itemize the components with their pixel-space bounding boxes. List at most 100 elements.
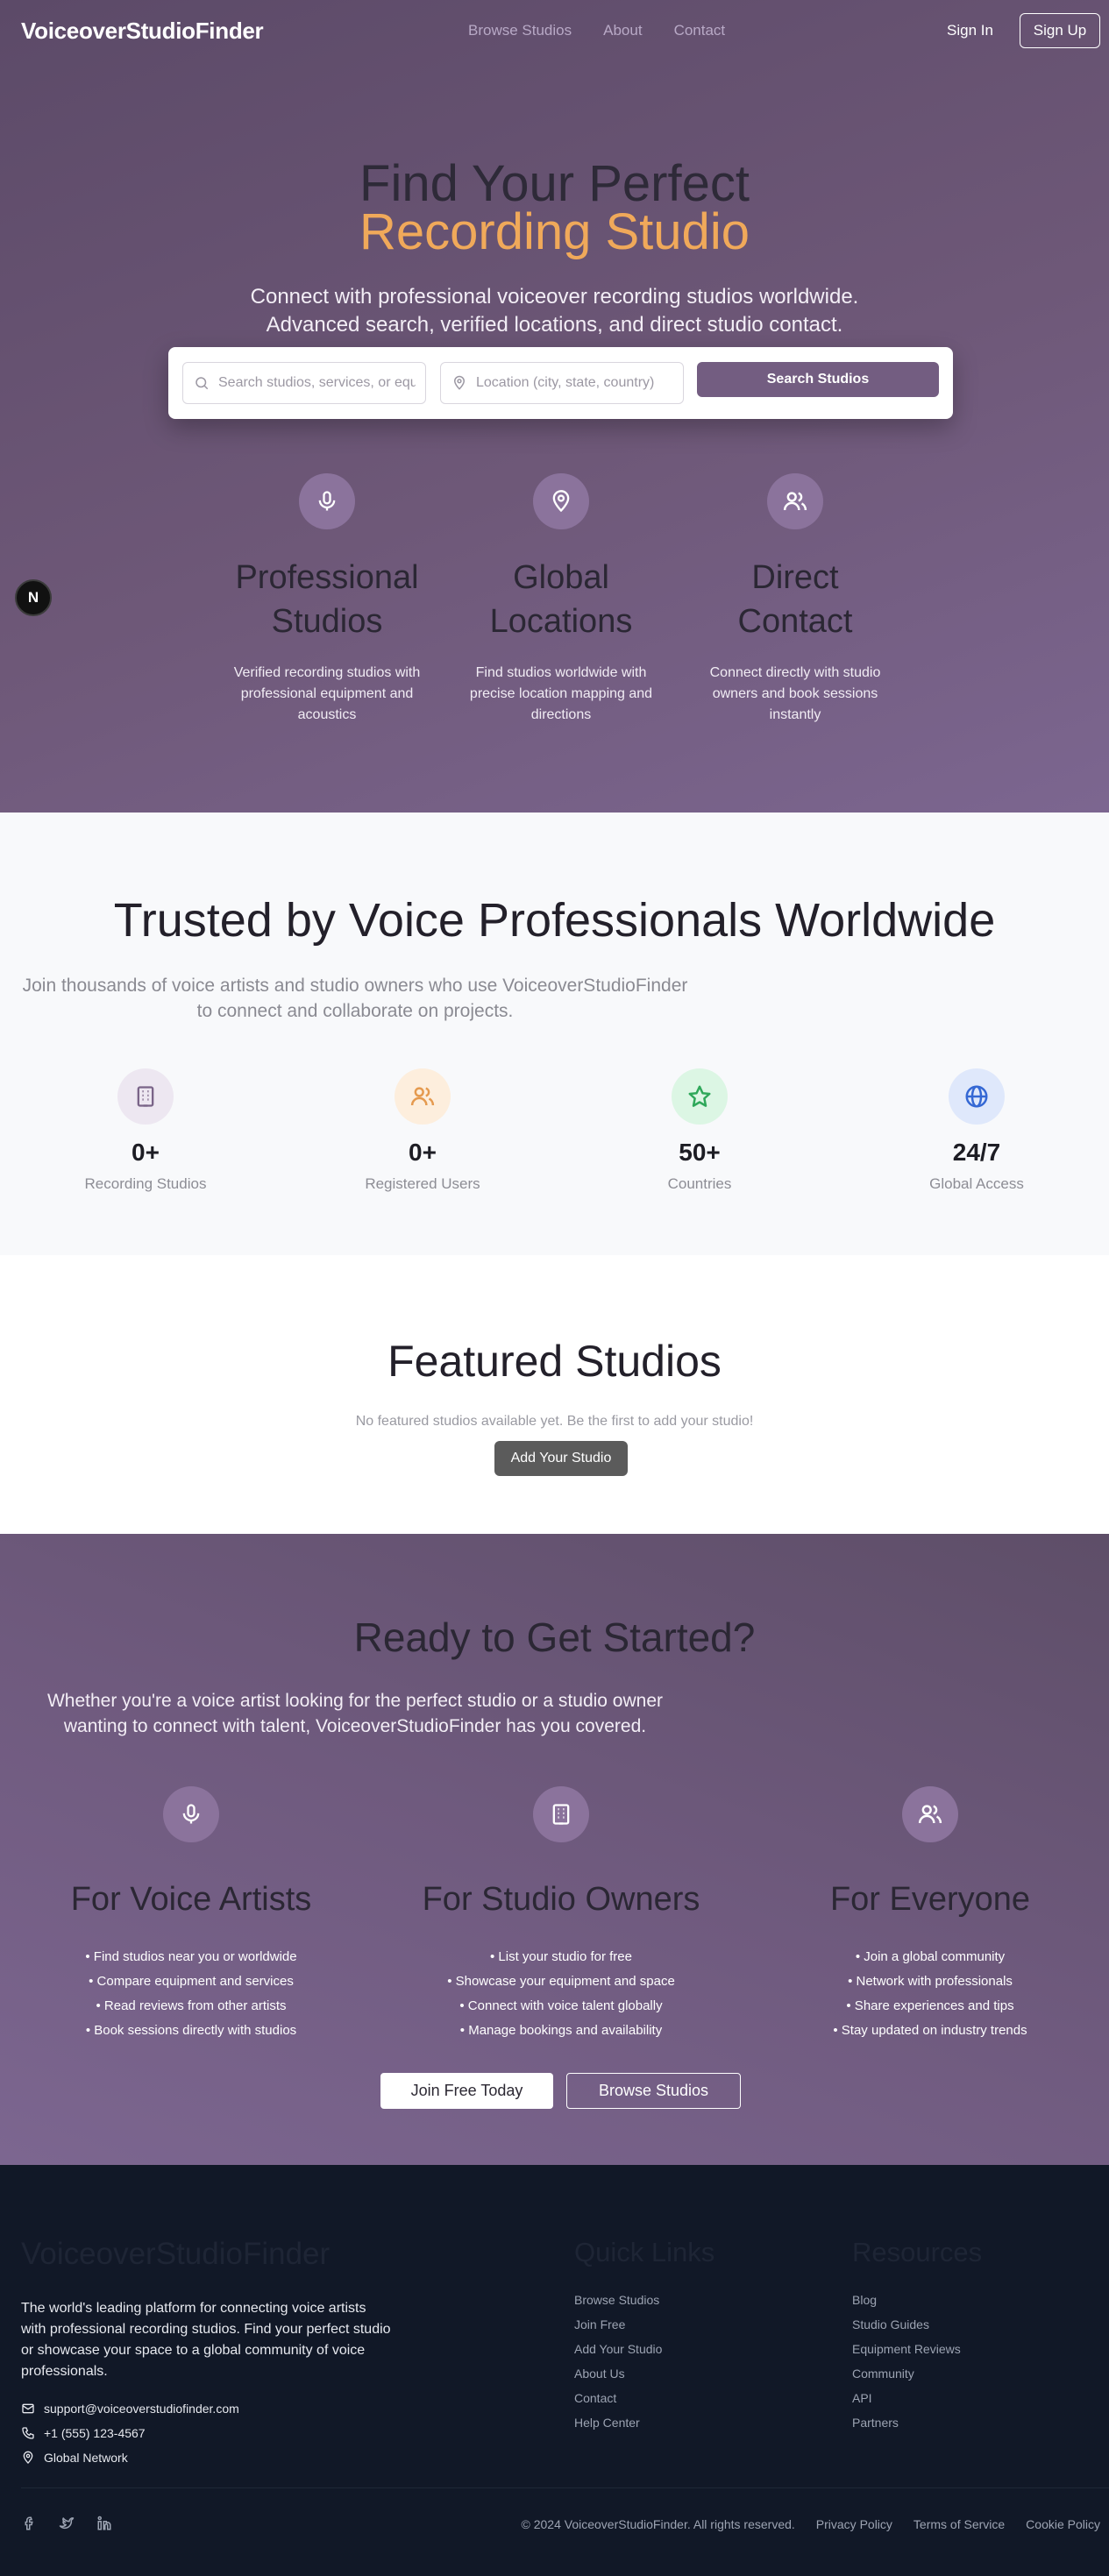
footer-social <box>21 2516 112 2531</box>
hero-title-line2: Recording Studio <box>359 203 750 260</box>
audience-list: • List your studio for free • Showcase y… <box>403 1945 719 2043</box>
list-item: • Share experiences and tips <box>846 1998 1014 2013</box>
cta-lead: Whether you're a voice artist looking fo… <box>46 1691 664 1736</box>
footer-link-terms-of-service[interactable]: Terms of Service <box>914 2517 1005 2531</box>
location-field <box>440 362 684 404</box>
audience-title: For Voice Artists <box>70 1881 312 1918</box>
phone-icon <box>22 2427 34 2439</box>
join-free-button[interactable]: Join Free Today <box>380 2073 553 2109</box>
facebook-icon[interactable] <box>21 2516 37 2531</box>
stat-countries: 50+ Countries <box>586 1068 814 1193</box>
footer-quick-links: Quick Links Browse Studios Join Free Add… <box>574 2237 714 2435</box>
list-item: • List your studio for free <box>490 1949 632 1964</box>
nav-link-contact[interactable]: Contact <box>674 22 726 39</box>
microphone-icon <box>318 491 336 511</box>
feature-description: Connect directly with studio owners and b… <box>709 665 881 722</box>
linkedin-icon[interactable] <box>96 2516 112 2531</box>
audience-voice-artists: For Voice Artists • Find studios near yo… <box>33 1786 349 2043</box>
mail-icon <box>22 2403 34 2414</box>
list-item: • Connect with voice talent globally <box>459 1998 663 2013</box>
stat-icon-circle <box>395 1068 451 1125</box>
hero-title-line1: Find Your Perfect <box>359 155 750 212</box>
stat-icon-circle <box>949 1068 1005 1125</box>
footer-resources-title: Resources <box>852 2237 983 2267</box>
hero-subtitle-line2: Advanced search, verified locations, and… <box>266 313 843 337</box>
footer-link-browse-studios[interactable]: Browse Studios <box>574 2288 714 2312</box>
cta-title: Ready to Get Started? <box>353 1614 756 1660</box>
feature-description: Find studios worldwide with precise locat… <box>469 665 653 722</box>
add-your-studio-button[interactable]: Add Your Studio <box>494 1441 628 1476</box>
nav-link-browse-studios[interactable]: Browse Studios <box>468 22 572 39</box>
list-item: • Join a global community <box>855 1949 1006 1964</box>
footer-link-about-us[interactable]: About Us <box>574 2361 714 2386</box>
footer: VoiceoverStudioFinder The world's leadin… <box>0 2165 1109 2576</box>
audience-studio-owners: For Studio Owners • List your studio for… <box>403 1786 719 2043</box>
footer-quick-links-title: Quick Links <box>574 2237 715 2267</box>
dev-tools-badge[interactable]: N <box>15 579 52 616</box>
star-icon <box>688 1085 711 1107</box>
search-studios-button[interactable]: Search Studios <box>697 362 939 397</box>
footer-divider <box>21 2487 1109 2488</box>
footer-phone-text: +1 (555) 123-4567 <box>44 2426 146 2440</box>
feature-icon-circle <box>299 473 355 529</box>
audience-list: • Find studios near you or worldwide • C… <box>33 1945 349 2043</box>
feature-global-locations: Global Locations Find studios worldwide w… <box>447 473 675 726</box>
footer-link-studio-guides[interactable]: Studio Guides <box>852 2312 982 2337</box>
footer-description: The world's leading platform for connect… <box>21 2301 391 2379</box>
stat-label: Registered Users <box>365 1175 480 1192</box>
trusted-title: Trusted by Voice Professionals Worldwide <box>113 894 996 947</box>
feature-description: Verified recording studios with professio… <box>233 665 421 722</box>
audience-icon-circle <box>533 1786 589 1842</box>
feature-title: Direct Contact <box>737 559 853 640</box>
footer-resources: Resources Blog Studio Guides Equipment R… <box>852 2237 982 2435</box>
footer-phone[interactable]: +1 (555) 123-4567 <box>21 2426 146 2440</box>
users-icon <box>918 1805 942 1824</box>
twitter-icon[interactable] <box>58 2516 75 2531</box>
footer-link-partners[interactable]: Partners <box>852 2410 982 2435</box>
stat-label: Recording Studios <box>84 1175 207 1192</box>
list-item: • Compare equipment and services <box>89 1974 294 1989</box>
footer-link-add-your-studio[interactable]: Add Your Studio <box>574 2337 714 2361</box>
top-nav: VoiceoverStudioFinder Browse Studios Abo… <box>0 0 1109 61</box>
list-item: • Showcase your equipment and space <box>447 1974 675 1989</box>
map-pin-icon <box>453 375 466 390</box>
audience-title: For Everyone <box>829 1881 1031 1918</box>
footer-email[interactable]: support@voiceoverstudiofinder.com <box>21 2402 239 2416</box>
nav-link-about[interactable]: About <box>603 22 642 39</box>
feature-title: Professional Studios <box>235 559 419 640</box>
footer-link-api[interactable]: API <box>852 2386 982 2410</box>
hero-subtitle-line1: Connect with professional voiceover reco… <box>250 285 859 309</box>
list-item: • Stay updated on industry trends <box>833 2023 1027 2038</box>
audience-icon-circle <box>163 1786 219 1842</box>
footer-link-blog[interactable]: Blog <box>852 2288 982 2312</box>
sign-in-link[interactable]: Sign In <box>947 22 993 39</box>
feature-professional-studios: Professional Studios Verified recording s… <box>213 473 441 726</box>
footer-link-privacy-policy[interactable]: Privacy Policy <box>816 2517 892 2531</box>
building-icon <box>137 1086 154 1107</box>
stat-label: Countries <box>667 1175 732 1192</box>
location-search-input[interactable] <box>476 375 673 391</box>
footer-link-community[interactable]: Community <box>852 2361 982 2386</box>
site-logo[interactable]: VoiceoverStudioFinder <box>21 18 264 45</box>
keyword-field <box>182 362 426 404</box>
list-item: • Network with professionals <box>848 1974 1013 1989</box>
stat-label: Global Access <box>929 1175 1024 1192</box>
users-icon <box>410 1087 435 1106</box>
users-icon <box>783 492 807 511</box>
footer-link-join-free[interactable]: Join Free <box>574 2312 714 2337</box>
audience-icon-circle <box>902 1786 958 1842</box>
footer-link-help-center[interactable]: Help Center <box>574 2410 714 2435</box>
stat-value: 0+ <box>132 1139 160 1166</box>
stat-recording-studios: 0+ Recording Studios <box>32 1068 259 1193</box>
footer-link-equipment-reviews[interactable]: Equipment Reviews <box>852 2337 982 2361</box>
sign-up-button[interactable]: Sign Up <box>1020 13 1100 48</box>
keyword-search-input[interactable] <box>218 375 416 391</box>
feature-title: Global Locations <box>489 559 633 640</box>
footer-legal: © 2024 VoiceoverStudioFinder. All rights… <box>522 2517 1100 2531</box>
browse-studios-button[interactable]: Browse Studios <box>566 2073 741 2109</box>
feature-icon-circle <box>533 473 589 529</box>
footer-link-contact[interactable]: Contact <box>574 2386 714 2410</box>
stat-icon-circle <box>117 1068 174 1125</box>
footer-link-cookie-policy[interactable]: Cookie Policy <box>1026 2517 1100 2531</box>
footer-network-text: Global Network <box>44 2451 128 2465</box>
